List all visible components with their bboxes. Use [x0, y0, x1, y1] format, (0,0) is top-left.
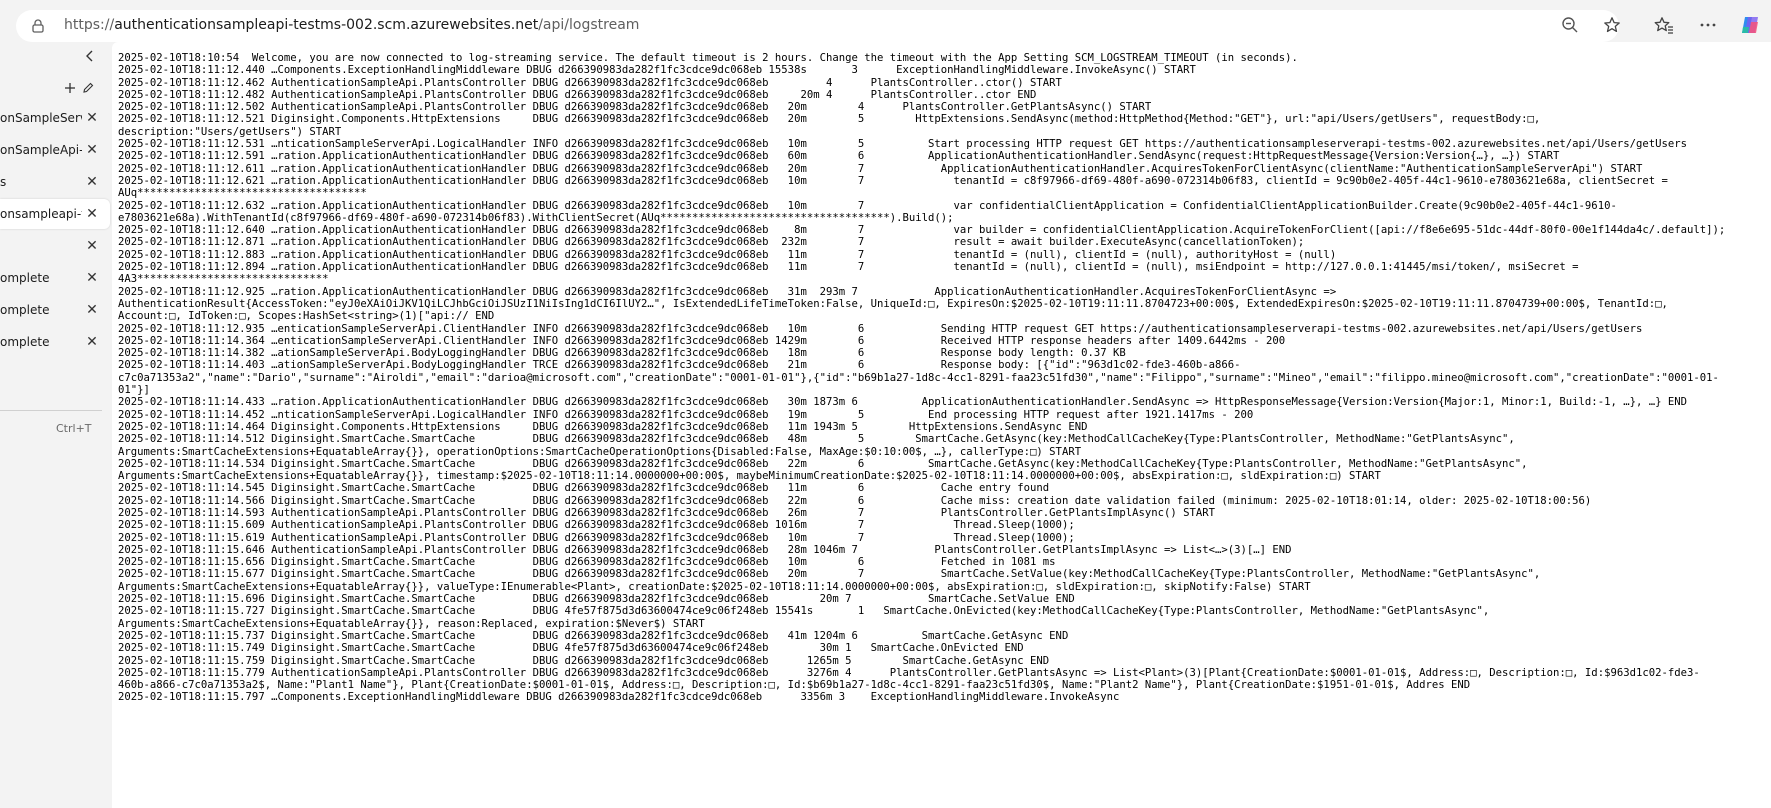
tab-title: onSampleApi-tes	[0, 143, 82, 157]
log-line: 2025-02-10T18:11:12.521 Diginsight.Compo…	[118, 113, 1541, 126]
log-line: 2025-02-10T18:11:12.935 …enticationSampl…	[118, 322, 1643, 335]
tab-item-active[interactable]: onsampleapi-tes ✕	[0, 199, 110, 229]
log-line: 2025-02-10T18:11:14.512 Diginsight.Smart…	[118, 433, 1515, 446]
close-icon[interactable]: ✕	[84, 270, 100, 286]
log-line: 2025-02-10T18:11:15.759 Diginsight.Smart…	[118, 654, 1050, 667]
log-line: 2025-02-10T18:11:14.593 AuthenticationSa…	[118, 506, 1216, 519]
url-domain: authenticationsampleapi-testms-002.scm.a…	[114, 17, 539, 33]
lock-icon[interactable]	[30, 18, 46, 34]
log-line: 2025-02-10T18:11:12.894 …ration.Applicat…	[118, 261, 1579, 274]
close-icon[interactable]: ✕	[84, 238, 100, 254]
log-line: Account:□, IdToken:□, Scopes:HashSet<str…	[118, 310, 495, 323]
log-line: e7803621e68a).WithTenantId(c8f97966-df69…	[118, 211, 954, 224]
tab-title: s	[0, 175, 7, 189]
log-line: 2025-02-10T18:11:12.925 …ration.Applicat…	[118, 285, 1337, 298]
log-line: 2025-02-10T18:11:14.364 …enticationSampl…	[118, 334, 1286, 347]
close-icon[interactable]: ✕	[84, 142, 100, 158]
log-line: 2025-02-10T18:11:12.462 AuthenticationSa…	[118, 76, 1062, 89]
url-path: /api/logstream	[538, 17, 640, 33]
new-tab-shortcut-hint: Ctrl+T	[56, 422, 92, 435]
log-line: 2025-02-10T18:11:15.656 Diginsight.Smart…	[118, 556, 1056, 569]
log-line: 2025-02-10T18:11:14.382 …ationSampleServ…	[118, 347, 1126, 360]
log-line: 2025-02-10T18:11:14.566 Diginsight.Smart…	[118, 494, 1592, 507]
log-stream-page: 2025-02-10T18:10:54 Welcome, you are now…	[112, 42, 1771, 808]
log-line: 2025-02-10T18:11:15.797 …Components.Exce…	[118, 691, 1120, 704]
log-line: 2025-02-10T18:11:12.502 AuthenticationSa…	[118, 101, 1152, 114]
log-line: 2025-02-10T18:11:12.632 …ration.Applicat…	[118, 199, 1617, 212]
log-line: 4A3******************************	[118, 273, 329, 286]
log-line: 2025-02-10T18:11:14.452 …nticationSample…	[118, 408, 1254, 421]
log-line: 2025-02-10T18:11:12.440 …Components.Exce…	[118, 64, 1196, 77]
tab-strip-divider	[0, 410, 102, 411]
log-line: 2025-02-10T18:11:14.464 Diginsight.Compo…	[118, 420, 1088, 433]
url-text[interactable]: https://authenticationsampleapi-testms-0…	[64, 17, 639, 33]
collapse-tabs-icon[interactable]	[78, 50, 102, 68]
log-line: 2025-02-10T18:11:12.482 AuthenticationSa…	[118, 88, 1037, 101]
edit-pencil-icon[interactable]	[76, 76, 100, 100]
address-bar[interactable]: https://authenticationsampleapi-testms-0…	[16, 10, 1619, 42]
close-icon[interactable]: ✕	[84, 174, 100, 190]
log-line: 2025-02-10T18:11:14.433 …ration.Applicat…	[118, 396, 1687, 409]
log-line: 2025-02-10T18:11:12.640 …ration.Applicat…	[118, 224, 1726, 237]
vertical-tab-strip: onSampleServerA ✕ onSampleApi-tes ✕ s ✕ …	[0, 50, 116, 808]
tab-title: omplete	[0, 303, 50, 317]
log-line: 2025-02-10T18:10:54 Welcome, you are now…	[118, 52, 1298, 64]
log-line: 2025-02-10T18:11:15.677 Diginsight.Smart…	[118, 568, 1541, 581]
close-icon[interactable]: ✕	[84, 110, 100, 126]
log-line: 2025-02-10T18:11:15.646 AuthenticationSa…	[118, 543, 1292, 556]
log-line: 2025-02-10T18:11:14.545 Diginsight.Smart…	[118, 482, 1050, 495]
favorites-list-icon[interactable]	[1652, 13, 1676, 37]
tab-item[interactable]: onSampleServerA ✕	[0, 103, 110, 133]
log-line: 2025-02-10T18:11:15.609 AuthenticationSa…	[118, 519, 1075, 532]
log-line: 01"}]	[118, 384, 150, 397]
log-line: 2025-02-10T18:11:12.883 …ration.Applicat…	[118, 248, 1337, 261]
log-line: 2025-02-10T18:11:12.531 …nticationSample…	[118, 138, 1687, 151]
log-line: 2025-02-10T18:11:14.534 Diginsight.Smart…	[118, 457, 1528, 470]
log-line: 2025-02-10T18:11:14.403 …ationSampleServ…	[118, 359, 1241, 372]
favorite-star-icon[interactable]	[1600, 13, 1624, 37]
log-line: c7c0a71353a2","name":"Dario","surname":"…	[118, 371, 1719, 384]
log-line: 2025-02-10T18:11:15.749 Diginsight.Smart…	[118, 642, 1024, 655]
zoom-out-icon[interactable]	[1558, 13, 1582, 37]
log-line: description:"Users/getUsers") START	[118, 125, 342, 138]
tab-title: onSampleServerA	[0, 111, 82, 125]
log-line: 2025-02-10T18:11:15.727 Diginsight.Smart…	[118, 605, 1490, 618]
log-line: 2025-02-10T18:11:12.591 …ration.Applicat…	[118, 150, 1560, 163]
copilot-icon[interactable]	[1738, 13, 1762, 37]
tab-item[interactable]: omplete ✕	[0, 295, 110, 325]
log-line: 2025-02-10T18:11:15.619 AuthenticationSa…	[118, 531, 1075, 544]
tab-item[interactable]: onSampleApi-tes ✕	[0, 135, 110, 165]
url-scheme: https://	[64, 17, 115, 33]
close-icon[interactable]: ✕	[84, 206, 100, 222]
log-line: Arguments:SmartCacheExtensions+Equatable…	[118, 470, 1381, 483]
close-icon[interactable]: ✕	[84, 334, 100, 350]
tab-item[interactable]: ✕	[0, 231, 110, 261]
log-line: 460b-a866-c7c0a71353a2$, Name:"Plant1 Na…	[118, 679, 1471, 692]
log-line: 2025-02-10T18:11:15.737 Diginsight.Smart…	[118, 629, 1069, 642]
log-line: Arguments:SmartCacheExtensions+Equatable…	[118, 445, 1082, 458]
log-line: Arguments:SmartCacheExtensions+Equatable…	[118, 617, 705, 630]
log-line: 2025-02-10T18:11:12.611 …ration.Applicat…	[118, 162, 1643, 175]
tab-title: omplete	[0, 335, 50, 349]
tab-item[interactable]: omplete ✕	[0, 263, 110, 293]
log-line: AUq************************************	[118, 187, 367, 200]
tab-item[interactable]: s ✕	[0, 167, 110, 197]
tab-title: omplete	[0, 271, 50, 285]
close-icon[interactable]: ✕	[84, 302, 100, 318]
log-line: 2025-02-10T18:11:12.621 …ration.Applicat…	[118, 174, 1668, 187]
log-line: Arguments:SmartCacheExtensions+Equatable…	[118, 580, 1311, 593]
tab-item[interactable]: omplete ✕	[0, 327, 110, 357]
log-line: 2025-02-10T18:11:15.779 AuthenticationSa…	[118, 666, 1700, 679]
log-output: 2025-02-10T18:10:54 Welcome, you are now…	[112, 42, 1771, 704]
log-line: 2025-02-10T18:11:12.871 …ration.Applicat…	[118, 236, 1305, 249]
more-icon[interactable]	[1696, 13, 1720, 37]
tab-title: onsampleapi-tes	[0, 207, 82, 221]
log-line: AuthenticationResult{AccessToken:"eyJ0eX…	[118, 297, 1668, 310]
log-line: 2025-02-10T18:11:15.696 Diginsight.Smart…	[118, 593, 1075, 606]
